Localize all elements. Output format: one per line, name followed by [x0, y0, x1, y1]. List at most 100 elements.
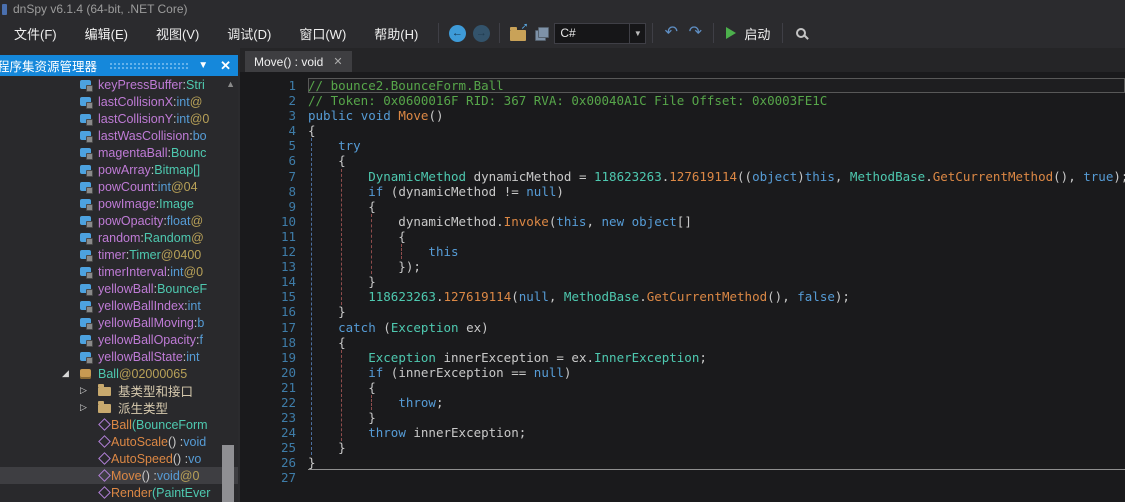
drag-grip[interactable]	[109, 62, 188, 71]
token: Bitmap[]	[154, 163, 200, 177]
token: yellowBallIndex	[98, 299, 184, 313]
scrollbar-up-icon[interactable]: ▲	[226, 79, 235, 89]
tree-item-yellowball[interactable]: yellowBall : BounceF	[0, 280, 238, 297]
tree-item-autoscale[interactable]: AutoScale() : void	[0, 433, 238, 450]
expander-collapsed-icon[interactable]: ▷	[80, 385, 98, 396]
expander-expanded-icon[interactable]: ◢	[62, 368, 80, 379]
chevron-down-icon[interactable]: ▼	[629, 24, 645, 43]
menu-item-view[interactable]: 视图(V)	[142, 22, 213, 44]
line-number: 17	[240, 320, 296, 335]
folder-icon	[98, 387, 111, 396]
token: (PaintEver	[152, 486, 210, 500]
token: 127619114	[669, 169, 737, 184]
tree-item-yellowballmoving[interactable]: yellowBallMoving : b	[0, 314, 238, 331]
token: GetCurrentMethod	[647, 289, 767, 304]
tree-item-powopacity[interactable]: powOpacity : float @	[0, 212, 238, 229]
panel-close-icon[interactable]: ✕	[220, 58, 231, 74]
tree-item-powarray[interactable]: powArray : Bitmap[]	[0, 161, 238, 178]
redo-button[interactable]: ↷	[683, 21, 707, 45]
tree-item-yellowballindex[interactable]: yellowBallIndex : int	[0, 297, 238, 314]
code-line-27[interactable]: 27	[240, 470, 1125, 485]
tree-item-ball[interactable]: Ball(BounceForm	[0, 416, 238, 433]
panel-menu-chevron-icon[interactable]: ▼	[198, 60, 208, 71]
tree-item-timer[interactable]: timer : Timer @0400	[0, 246, 238, 263]
tree-item-lastcollisiony[interactable]: lastCollisionY : int @0	[0, 110, 238, 127]
code-line-3[interactable]: 3public void Move()	[240, 108, 1125, 123]
menu-item-debug[interactable]: 调试(D)	[213, 22, 285, 44]
tree-item-powcount[interactable]: powCount : int @04	[0, 178, 238, 195]
code-line-24[interactable]: 24 throw innerException;	[240, 425, 1125, 440]
token: ()	[428, 108, 443, 123]
code-line-1[interactable]: 1// bounce2.BounceForm.Ball	[240, 78, 1125, 93]
code-editor[interactable]: 1// bounce2.BounceForm.Ball2// Token: 0x…	[240, 72, 1125, 502]
code-line-14[interactable]: 14 }	[240, 274, 1125, 289]
menu-item-help[interactable]: 帮助(H)	[360, 22, 432, 44]
token: );	[835, 289, 850, 304]
undo-button[interactable]: ↶	[659, 21, 683, 45]
token: yellowBallMoving	[98, 316, 194, 330]
code-line-5[interactable]: 5 try	[240, 138, 1125, 153]
menu-item-edit[interactable]: 编辑(E)	[71, 22, 142, 44]
code-line-18[interactable]: 18 {	[240, 335, 1125, 350]
menu-item-file[interactable]: 文件(F)	[0, 22, 71, 44]
code-line-22[interactable]: 22 throw;	[240, 395, 1125, 410]
code-line-12[interactable]: 12 this	[240, 244, 1125, 259]
tab-move-void[interactable]: Move() : void ✕	[245, 51, 352, 72]
token: GetCurrentMethod	[933, 169, 1053, 184]
expander-collapsed-icon[interactable]: ▷	[80, 402, 98, 413]
code-line-21[interactable]: 21 {	[240, 380, 1125, 395]
tab-close-icon[interactable]: ✕	[333, 55, 342, 68]
token: .	[639, 289, 647, 304]
line-content: }	[308, 455, 1125, 470]
tree-item-move[interactable]: Move() : void @0	[0, 467, 238, 484]
code-line-9[interactable]: 9 {	[240, 199, 1125, 214]
tree-item-基类型和接口[interactable]: ▷基类型和接口	[0, 382, 238, 399]
line-content: this	[308, 244, 1125, 259]
code-line-25[interactable]: 25 }	[240, 440, 1125, 455]
token: @0	[180, 469, 200, 483]
code-line-13[interactable]: 13 });	[240, 259, 1125, 274]
search-button[interactable]	[789, 21, 813, 45]
tree-item-timerinterval[interactable]: timerInterval : int @0	[0, 263, 238, 280]
save-all-button[interactable]	[530, 21, 554, 45]
code-line-10[interactable]: 10 dynamicMethod.Invoke(this, new object…	[240, 214, 1125, 229]
tree-item-yellowballstate[interactable]: yellowBallState : int	[0, 348, 238, 365]
code-line-16[interactable]: 16 }	[240, 304, 1125, 319]
code-line-20[interactable]: 20 if (innerException == null)	[240, 365, 1125, 380]
tree-item-render[interactable]: Render(PaintEver	[0, 484, 238, 501]
code-line-23[interactable]: 23 }	[240, 410, 1125, 425]
line-content: 118623263.127619114(null, MethodBase.Get…	[308, 289, 1125, 304]
code-line-26[interactable]: 26}	[240, 455, 1125, 470]
tree-item-yellowballopacity[interactable]: yellowBallOpacity : f	[0, 331, 238, 348]
tree-item-keypressbuffer[interactable]: keyPressBuffer : Stri	[0, 76, 238, 93]
line-content: {	[308, 199, 1125, 214]
tree-item-ball[interactable]: ◢Ball @02000065	[0, 365, 238, 382]
code-line-15[interactable]: 15 118623263.127619114(null, MethodBase.…	[240, 289, 1125, 304]
code-line-6[interactable]: 6 {	[240, 153, 1125, 168]
navigate-forward-button[interactable]: →	[469, 21, 493, 45]
code-line-17[interactable]: 17 catch (Exception ex)	[240, 320, 1125, 335]
tree-item-powimage[interactable]: powImage : Image	[0, 195, 238, 212]
code-line-2[interactable]: 2// Token: 0x0600016F RID: 367 RVA: 0x00…	[240, 93, 1125, 108]
line-content: if (innerException == null)	[308, 365, 1125, 380]
tree-scrollbar-thumb[interactable]	[222, 445, 234, 502]
open-file-button[interactable]	[506, 21, 530, 45]
code-line-11[interactable]: 11 {	[240, 229, 1125, 244]
language-select[interactable]: C# ▼	[554, 23, 646, 44]
code-line-19[interactable]: 19 Exception innerException = ex.InnerEx…	[240, 350, 1125, 365]
code-line-4[interactable]: 4{	[240, 123, 1125, 138]
start-button[interactable]: 启动	[720, 24, 776, 43]
code-line-8[interactable]: 8 if (dynamicMethod != null)	[240, 184, 1125, 199]
menu-item-window[interactable]: 窗口(W)	[285, 22, 360, 44]
explorer-title: 程序集资源管理器	[0, 56, 97, 75]
tree-item-magentaball[interactable]: magentaBall : Bounc	[0, 144, 238, 161]
tree-item-派生类型[interactable]: ▷派生类型	[0, 399, 238, 416]
tree-item-lastwascollision[interactable]: lastWasCollision : bo	[0, 127, 238, 144]
tree-item-random[interactable]: random : Random @	[0, 229, 238, 246]
code-line-7[interactable]: 7 DynamicMethod dynamicMethod = 11862326…	[240, 169, 1125, 184]
tree-item-autospeed[interactable]: AutoSpeed() : vo	[0, 450, 238, 467]
line-number: 20	[240, 365, 296, 380]
tree-item-lastcollisionx[interactable]: lastCollisionX : int @	[0, 93, 238, 110]
navigate-back-button[interactable]: ←	[445, 21, 469, 45]
token	[624, 214, 632, 229]
